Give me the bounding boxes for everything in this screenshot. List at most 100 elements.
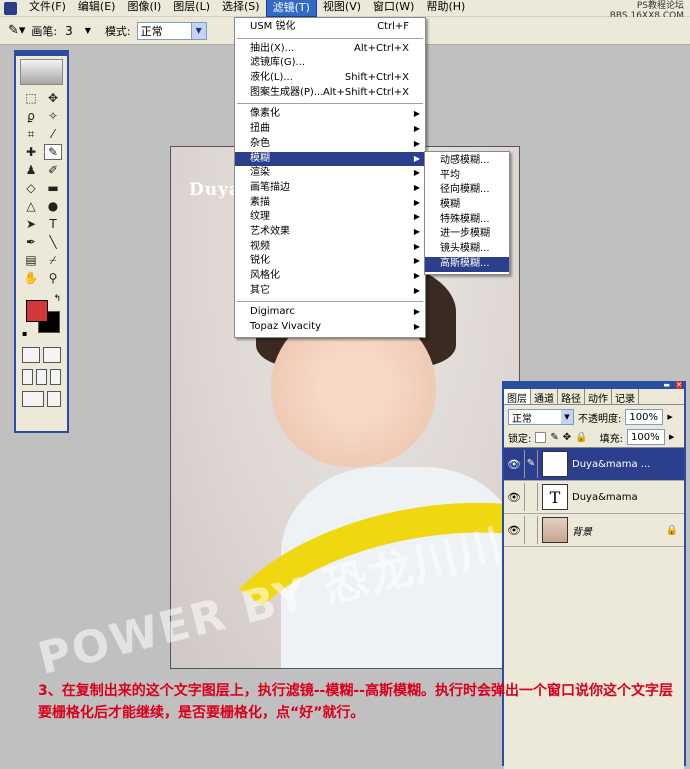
panel-tab[interactable]: 路径 [558, 389, 585, 405]
history-brush-tool-icon[interactable]: ✐ [44, 162, 62, 178]
menubar-item[interactable]: 视图(V) [317, 0, 367, 17]
lock-position-icon[interactable]: ✥ [563, 432, 571, 443]
brush-indicator-icon[interactable]: ✎ [524, 450, 538, 478]
lock-all-icon[interactable]: 🔒 [575, 432, 587, 443]
notes-tool-icon[interactable]: ▤ [22, 252, 40, 268]
standard-mode-icon[interactable] [22, 347, 40, 363]
brush-picker-arrow-icon[interactable]: ▼ [85, 26, 91, 35]
lock-label: 锁定: [508, 433, 532, 445]
menu-item[interactable]: 镜头模糊... [425, 242, 509, 257]
default-colors-icon[interactable]: ▪ [22, 329, 27, 338]
brush-tool-icon[interactable]: ✎ [44, 144, 62, 160]
eye-icon[interactable]: 👁 [504, 458, 524, 471]
menu-item[interactable]: Topaz Vivacity ▶ [235, 320, 425, 335]
menu-item[interactable]: 液化(L)... Shift+Ctrl+X [235, 71, 425, 86]
menu-item[interactable]: 锐化 ▶ [235, 254, 425, 269]
blur-tool-icon[interactable]: △ [22, 198, 40, 214]
panel-tab[interactable]: 图层 [504, 389, 531, 405]
menubar-item[interactable]: 文件(F) [23, 0, 72, 17]
screen-mode-standard-icon[interactable] [22, 369, 33, 385]
menu-item[interactable]: 风格化 ▶ [235, 269, 425, 284]
mode-select[interactable]: 正常 ▼ [136, 21, 207, 40]
clone-stamp-tool-icon[interactable]: ♟ [22, 162, 40, 178]
menu-item[interactable]: 特殊模糊... [425, 213, 509, 228]
menubar-item[interactable]: 编辑(E) [72, 0, 122, 17]
menu-item[interactable]: 杂色 ▶ [235, 137, 425, 152]
menu-item[interactable]: 高斯模糊... [425, 256, 509, 272]
layer-row[interactable]: 👁 ✎ T Duya&mama ... [504, 448, 684, 481]
close-icon[interactable]: ✕ [676, 381, 682, 389]
menubar-item[interactable]: 滤镜(T) [265, 0, 317, 17]
screen-mode-full-icon[interactable] [50, 369, 61, 385]
eyedropper-tool-icon[interactable]: ⌿ [44, 252, 62, 268]
menu-item[interactable]: 渲染 ▶ [235, 166, 425, 181]
brush-size-value[interactable]: 3 [65, 24, 73, 38]
chevron-down-icon[interactable]: ▼ [190, 22, 206, 39]
fill-value: 100% [630, 431, 660, 443]
menu-item[interactable]: 平均 [425, 169, 509, 184]
menu-item-label: 艺术效果 [250, 225, 290, 237]
opacity-arrow-icon[interactable]: ▶ [667, 413, 672, 421]
lock-pixels-icon[interactable]: ✎ [550, 432, 558, 443]
panel-minimize-icon[interactable]: ▬ [663, 381, 670, 389]
menubar-item[interactable]: 图像(I) [121, 0, 167, 17]
fill-arrow-icon[interactable]: ▶ [669, 433, 674, 441]
menu-item[interactable]: 像素化 ▶ [235, 107, 425, 122]
menu-item[interactable]: USM 锐化 Ctrl+F [235, 20, 425, 35]
menu-item[interactable]: 进一步模糊 [425, 227, 509, 242]
menu-item[interactable]: 扭曲 ▶ [235, 122, 425, 137]
blend-mode-select[interactable]: 正常 ▼ [508, 409, 574, 425]
swap-colors-icon[interactable]: ↰ [53, 294, 61, 304]
menu-item[interactable]: 模糊 [425, 198, 509, 213]
hand-tool-icon[interactable]: ✋ [22, 270, 40, 286]
zoom-tool-icon[interactable]: ⚲ [44, 270, 62, 286]
slice-tool-icon[interactable]: ⁄ [44, 126, 62, 142]
menu-item[interactable]: 滤镜库(G)... [235, 56, 425, 71]
menu-item[interactable]: 抽出(X)... Alt+Ctrl+X [235, 42, 425, 57]
line-tool-icon[interactable]: ╲ [44, 234, 62, 250]
layer-name: 背景 [572, 526, 592, 538]
pen-tool-icon[interactable]: ✒ [22, 234, 40, 250]
chevron-down-icon[interactable]: ▼ [561, 410, 573, 424]
eraser-tool-icon[interactable]: ◇ [22, 180, 40, 196]
path-selection-tool-icon[interactable]: ➤ [22, 216, 40, 232]
menubar-item[interactable]: 帮助(H) [420, 0, 471, 17]
quick-mask-icon[interactable] [43, 347, 61, 363]
lock-transparency-icon[interactable] [535, 431, 547, 443]
panel-tab[interactable]: 动作 [585, 389, 612, 405]
gradient-tool-icon[interactable]: ▬ [44, 180, 62, 196]
healing-brush-tool-icon[interactable]: ✚ [22, 144, 40, 160]
brush-tool-icon[interactable]: ✎▾ [8, 23, 25, 38]
submenu-arrow-icon: ▶ [413, 226, 420, 236]
menubar-item[interactable]: 图层(L) [167, 0, 216, 17]
type-tool-icon[interactable]: T [44, 216, 62, 232]
edit-in-icon[interactable] [47, 391, 61, 407]
menu-item[interactable]: Digimarc ▶ [235, 305, 425, 320]
menubar-item[interactable]: 选择(S) [216, 0, 266, 17]
menu-item[interactable]: 模糊 ▶ [235, 151, 425, 167]
menu-item[interactable]: 其它 ▶ [235, 284, 425, 299]
menu-item[interactable]: 视频 ▶ [235, 240, 425, 255]
panel-tab[interactable]: 通道 [531, 389, 558, 405]
jump-to-imageready-icon[interactable] [22, 391, 44, 407]
menu-item[interactable]: 画笔描边 ▶ [235, 181, 425, 196]
move-tool-icon[interactable]: ✥ [44, 90, 62, 106]
menu-item[interactable]: 艺术效果 ▶ [235, 225, 425, 240]
panel-tab[interactable]: 记录 [612, 389, 639, 405]
crop-tool-icon[interactable]: ⌗ [22, 126, 40, 142]
foreground-color-swatch[interactable] [26, 300, 48, 322]
menu-item[interactable]: 素描 ▶ [235, 196, 425, 211]
fill-input[interactable]: 100% [626, 429, 665, 445]
menubar-item[interactable]: 窗口(W) [367, 0, 420, 17]
magic-wand-tool-icon[interactable]: ✧ [44, 108, 62, 124]
menu-item[interactable]: 动感模糊... [425, 154, 509, 169]
lasso-tool-icon[interactable]: ϼ [22, 108, 40, 124]
menu-item[interactable]: 图案生成器(P)... Alt+Shift+Ctrl+X [235, 86, 425, 101]
opacity-input[interactable]: 100% [625, 409, 664, 425]
menu-item[interactable]: 纹理 ▶ [235, 210, 425, 225]
menu-item-label: 高斯模糊... [440, 257, 490, 269]
dodge-tool-icon[interactable]: ● [44, 198, 62, 214]
menu-item[interactable]: 径向模糊... [425, 183, 509, 198]
marquee-tool-icon[interactable]: ⬚ [22, 90, 40, 106]
screen-mode-full-menu-icon[interactable] [36, 369, 47, 385]
